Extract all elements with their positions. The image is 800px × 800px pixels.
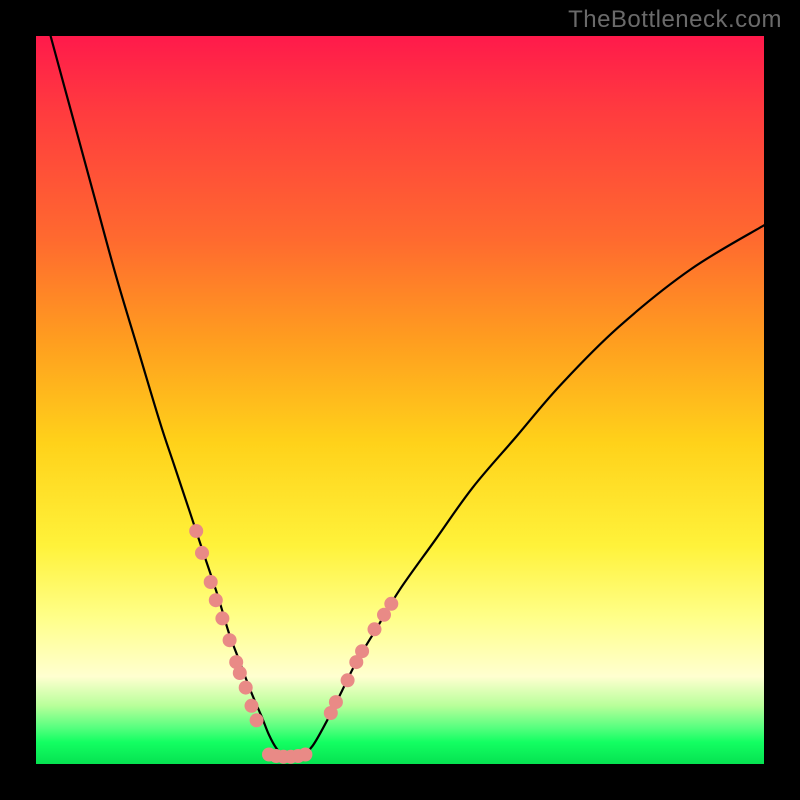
marker-dot [368,622,382,636]
marker-dot [298,748,312,762]
chart-svg [36,36,764,764]
marker-dot [250,713,264,727]
marker-dot [384,597,398,611]
chart-frame: TheBottleneck.com [0,0,800,800]
marker-dot [355,644,369,658]
marker-dot [245,699,259,713]
marker-dot [341,673,355,687]
marker-dot [195,546,209,560]
marker-dot [239,681,253,695]
bottleneck-curve [51,36,764,757]
marker-dot [209,593,223,607]
marker-dot [223,633,237,647]
marker-dot [204,575,218,589]
watermark-text: TheBottleneck.com [568,6,782,34]
marker-dot [329,695,343,709]
plot-area [36,36,764,764]
marker-dot [189,524,203,538]
marker-dot [233,666,247,680]
marker-dot [215,611,229,625]
